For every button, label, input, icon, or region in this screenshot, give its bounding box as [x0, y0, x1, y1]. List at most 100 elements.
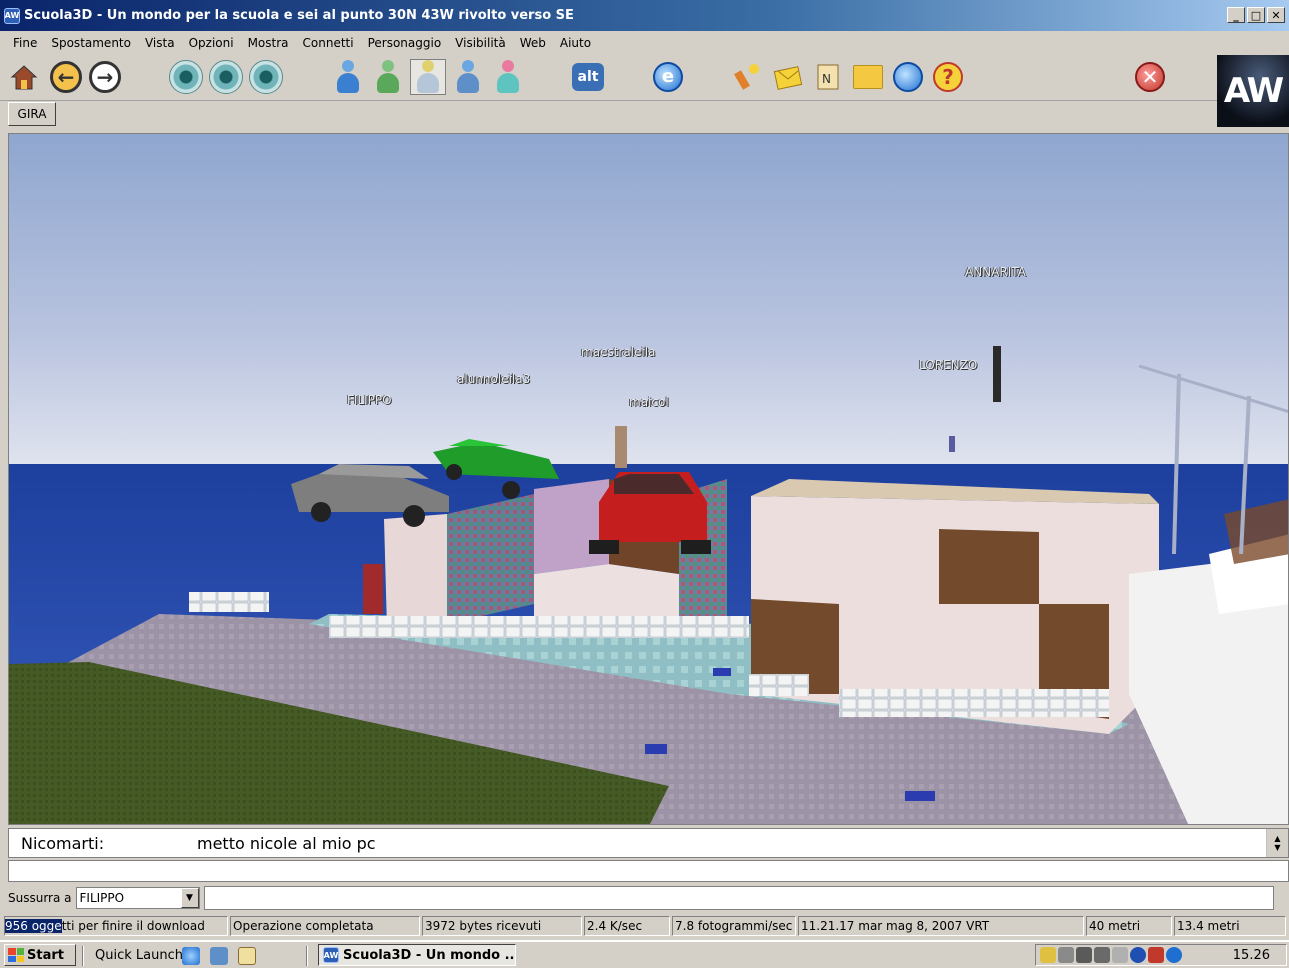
- menu-vista[interactable]: Vista: [138, 36, 182, 50]
- scroll-down-icon[interactable]: ▼: [1274, 843, 1280, 852]
- title-bar[interactable]: AW Scuola3D - Un mondo per la scuola e s…: [0, 0, 1289, 31]
- menu-aiuto[interactable]: Aiuto: [553, 36, 598, 50]
- whisper-label: Sussurra a: [8, 891, 72, 905]
- avatar-name-maicol: maicol: [629, 395, 669, 409]
- alt-icon[interactable]: alt: [570, 59, 606, 95]
- menu-web[interactable]: Web: [513, 36, 553, 50]
- avatar-name-filippo: FILIPPO: [347, 393, 392, 407]
- status-rate: 2.4 K/sec: [584, 916, 670, 936]
- network-icon[interactable]: [1058, 947, 1074, 963]
- chat-scrollbar[interactable]: ▲ ▼: [1266, 829, 1288, 857]
- avatar-filippo[interactable]: [363, 564, 383, 614]
- status-fps: 7.8 fotogrammi/sec: [672, 916, 796, 936]
- outlook-icon[interactable]: [210, 947, 228, 965]
- maximize-button[interactable]: □: [1247, 7, 1265, 23]
- volume-icon[interactable]: [1040, 947, 1056, 963]
- monitor-icon[interactable]: [1076, 947, 1092, 963]
- start-button[interactable]: Start: [4, 944, 76, 966]
- windows-flag-icon: [8, 948, 24, 962]
- menu-spostamento[interactable]: Spostamento: [44, 36, 138, 50]
- teleport-icon[interactable]: [890, 59, 926, 95]
- menu-bar: Fine Spostamento Vista Opzioni Mostra Co…: [0, 31, 1289, 55]
- menu-fine[interactable]: Fine: [6, 36, 44, 50]
- chat-display[interactable]: Nicomarti: metto nicole al mio pc ▲ ▼: [8, 828, 1289, 858]
- chat-message: metto nicole al mio pc: [197, 833, 376, 853]
- app-icon: AW: [323, 947, 339, 963]
- view-first-person-icon[interactable]: [168, 59, 204, 95]
- chat-sender: Nicomarti:: [21, 833, 105, 853]
- connection-icon[interactable]: [1094, 947, 1110, 963]
- whisper-input[interactable]: [203, 886, 1274, 910]
- contacts-icon[interactable]: [450, 59, 486, 95]
- avatar-lorenzo[interactable]: [993, 346, 1001, 402]
- menu-visibilita[interactable]: Visibilità: [448, 36, 513, 50]
- help-icon[interactable]: ?: [930, 59, 966, 95]
- close-button[interactable]: ✕: [1267, 7, 1285, 23]
- status-operation: Operazione completata: [230, 916, 420, 936]
- avatar-select-icon[interactable]: [410, 59, 446, 95]
- map-icon[interactable]: N: [810, 59, 846, 95]
- fireworks-icon[interactable]: [730, 59, 766, 95]
- show-desktop-icon[interactable]: [238, 947, 256, 965]
- info-icon[interactable]: [1166, 947, 1182, 963]
- toolbar: ← → alt e N ? ✕ AW: [0, 55, 1289, 127]
- home-icon[interactable]: [6, 59, 42, 95]
- menu-connetti[interactable]: Connetti: [296, 36, 361, 50]
- whisper-row: Sussurra a FILIPPO ▼: [8, 884, 1289, 912]
- avatar-name-annarita: ANNARITA: [965, 265, 1026, 279]
- status-bytes: 3972 bytes ricevuti: [422, 916, 582, 936]
- avatar-look-icon[interactable]: [370, 59, 406, 95]
- system-tray: 15.26: [1035, 944, 1287, 966]
- window-title: Scuola3D - Un mondo per la scuola e sei …: [24, 8, 574, 23]
- stop-icon[interactable]: ✕: [1132, 59, 1168, 95]
- link-icon[interactable]: [1112, 947, 1128, 963]
- avatar-icon[interactable]: [330, 59, 366, 95]
- view-front-icon[interactable]: [248, 59, 284, 95]
- menu-opzioni[interactable]: Opzioni: [182, 36, 241, 50]
- menu-mostra[interactable]: Mostra: [241, 36, 296, 50]
- whisper-selected: FILIPPO: [79, 891, 125, 905]
- status-distance-2: 13.4 metri: [1174, 916, 1286, 936]
- quick-launch-label: Quick Launch: [95, 948, 183, 963]
- clock[interactable]: 15.26: [1233, 948, 1270, 963]
- chevron-down-icon[interactable]: ▼: [180, 888, 199, 908]
- start-label: Start: [27, 947, 64, 963]
- avatar-name-maestraleila: maestraleila: [581, 345, 656, 359]
- avatar-maicol[interactable]: [615, 426, 627, 468]
- antivirus-icon[interactable]: [1148, 947, 1164, 963]
- back-icon[interactable]: ←: [48, 59, 84, 95]
- status-datetime: 11.21.17 mar mag 8, 2007 VRT: [798, 916, 1084, 936]
- folder-icon[interactable]: [850, 59, 886, 95]
- scroll-up-icon[interactable]: ▲: [1274, 834, 1280, 843]
- status-download-count: 956 ogge: [5, 919, 62, 933]
- web-browser-icon[interactable]: e: [650, 59, 686, 95]
- world-mail-icon[interactable]: [770, 59, 806, 95]
- avatar-small[interactable]: [949, 436, 955, 452]
- alt-label: alt: [572, 63, 604, 91]
- app-icon[interactable]: AW: [4, 7, 20, 24]
- taskbar-item-label: Scuola3D - Un mondo ...: [343, 947, 516, 963]
- avatar-name-alunnoleila3: alunnoleila3: [457, 372, 531, 386]
- telegram-icon[interactable]: [490, 59, 526, 95]
- minimize-button[interactable]: _: [1227, 7, 1245, 23]
- whisper-target-select[interactable]: FILIPPO ▼: [75, 887, 200, 909]
- taskbar-separator: [306, 946, 308, 966]
- taskbar-item-scuola3d[interactable]: AW Scuola3D - Un mondo ...: [318, 944, 516, 966]
- status-distance-1: 40 metri: [1086, 916, 1172, 936]
- menu-personaggio[interactable]: Personaggio: [361, 36, 449, 50]
- status-bar: 956 ogge tti per finire il download Opera…: [4, 914, 1289, 938]
- status-download-rest: tti per finire il download: [61, 919, 205, 933]
- svg-text:N: N: [822, 72, 831, 86]
- taskbar-separator: [82, 946, 84, 966]
- avatar-name-lorenzo: LORENZO: [919, 358, 978, 372]
- 3d-scene[interactable]: [9, 134, 1289, 825]
- status-download: 956 ogge tti per finire il download: [4, 916, 228, 936]
- 3d-viewport[interactable]: ANNARITA LORENZO maestraleila alunnoleil…: [8, 133, 1289, 825]
- gira-button[interactable]: GIRA: [8, 102, 56, 126]
- ie-icon[interactable]: [182, 947, 200, 965]
- forward-icon[interactable]: →: [87, 59, 123, 95]
- chat-input[interactable]: [8, 860, 1289, 882]
- activeworlds-logo: AW: [1217, 55, 1289, 127]
- view-third-person-icon[interactable]: [208, 59, 244, 95]
- security-icon[interactable]: [1130, 947, 1146, 963]
